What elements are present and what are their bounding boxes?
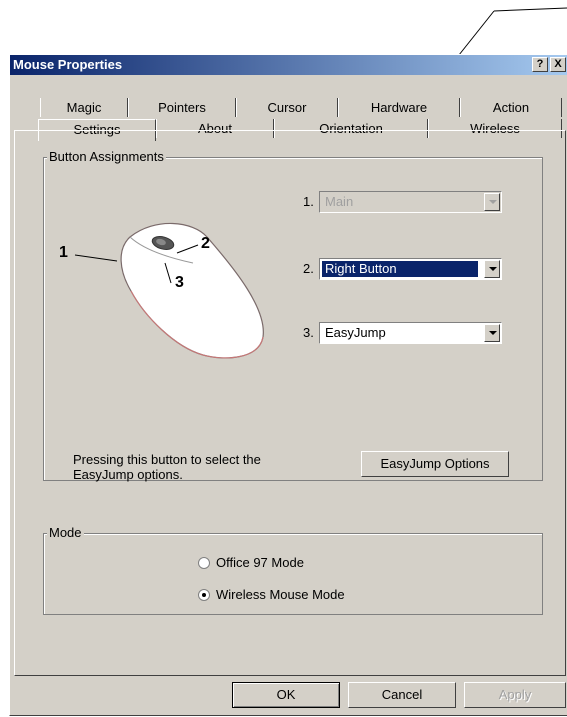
tab-pointers[interactable]: Pointers (128, 98, 236, 117)
assignment-number-1: 1. (303, 194, 314, 209)
wireless-mouse-mode-radio[interactable] (198, 589, 210, 601)
help-text-line-1: Pressing this button to select the (73, 452, 261, 467)
button-2-value: Right Button (322, 261, 478, 277)
wireless-mouse-mode-label[interactable]: Wireless Mouse Mode (216, 587, 345, 603)
help-text-line-2: EasyJump options. (73, 467, 183, 482)
callout-3: 3 (175, 274, 184, 291)
mouse-callout-lines (74, 244, 199, 284)
dialog-title: Mouse Properties (13, 57, 123, 72)
tab-cursor[interactable]: Cursor (236, 98, 338, 117)
ok-button[interactable]: OK (232, 682, 340, 708)
help-button[interactable]: ? (532, 57, 548, 72)
tab-magic[interactable]: Magic (40, 98, 128, 117)
cancel-button[interactable]: Cancel (348, 682, 456, 708)
office-97-mode-label[interactable]: Office 97 Mode (216, 555, 304, 571)
close-button[interactable]: X (550, 57, 566, 72)
easyjump-options-button[interactable]: EasyJump Options (361, 451, 509, 477)
office-97-mode-radio[interactable] (198, 557, 210, 569)
callout-2: 2 (201, 235, 210, 252)
title-bar[interactable]: Mouse Properties ? X (10, 55, 567, 75)
chevron-down-icon (484, 193, 500, 211)
callout-1: 1 (59, 244, 68, 261)
tab-hardware[interactable]: Hardware (338, 98, 460, 117)
button-1-select: Main (319, 191, 502, 213)
button-3-value: EasyJump (325, 325, 386, 340)
button-3-select[interactable]: EasyJump (319, 322, 502, 344)
assignment-number-2: 2. (303, 261, 314, 276)
settings-panel: Button Assignments 1 2 3 1. Main 2. Righ… (14, 130, 566, 676)
chevron-down-icon[interactable] (484, 324, 500, 342)
assignment-number-3: 3. (303, 325, 314, 340)
button-assignments-label: Button Assignments (47, 149, 166, 164)
button-2-select[interactable]: Right Button (319, 258, 502, 280)
mode-label: Mode (47, 525, 84, 540)
tab-action[interactable]: Action (460, 98, 562, 117)
button-1-value: Main (325, 194, 354, 209)
apply-button[interactable]: Apply (464, 682, 566, 708)
chevron-down-icon[interactable] (484, 260, 500, 278)
mouse-properties-dialog: Mouse Properties ? X Magic Pointers Curs… (9, 54, 567, 716)
